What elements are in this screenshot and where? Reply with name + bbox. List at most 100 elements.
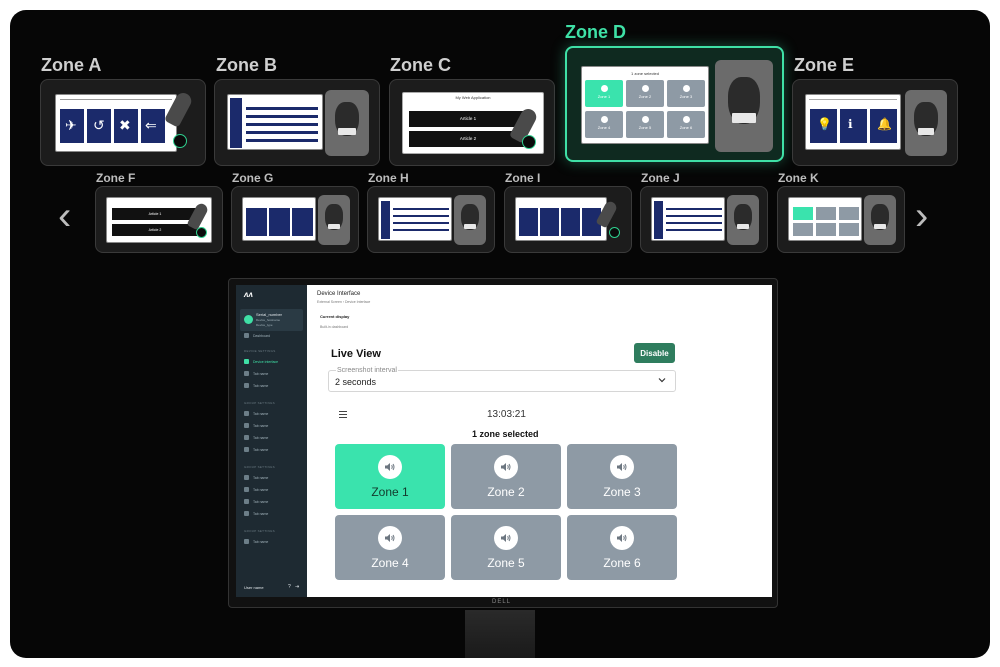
sidebar-item[interactable]: Tab name xyxy=(244,539,268,544)
sidebar-section: GROUP SETTINGS xyxy=(244,401,275,405)
screenshot-interval-label: Screenshot interval xyxy=(336,367,398,374)
logo-icon: ʌʌ xyxy=(244,290,253,299)
speaker-icon xyxy=(494,455,518,479)
sidebar-item[interactable]: Tab name xyxy=(244,487,268,492)
sidebar-item[interactable]: Tab name xyxy=(244,511,268,516)
zone-k-card[interactable] xyxy=(777,186,905,253)
sidebar-item[interactable]: Tab name xyxy=(244,447,268,452)
current-display-label: Current display xyxy=(320,314,350,319)
device-card[interactable]: Serial_number Device_hostname Device_typ… xyxy=(240,309,303,331)
zone-d-tile: Zone 5 xyxy=(626,111,664,138)
airplane-icon: ✈ xyxy=(65,117,77,133)
zone-i-card[interactable] xyxy=(504,186,632,253)
zone-j-screen xyxy=(651,197,725,241)
microphone-icon xyxy=(454,195,486,245)
zone-f-label: Zone F xyxy=(96,171,136,185)
info-icon: ℹ xyxy=(848,117,853,131)
zone-f-article-1: Article 1 xyxy=(112,208,198,220)
microphone-icon xyxy=(727,195,759,245)
monitor-brand: DELL xyxy=(492,599,512,605)
sidebar-item-dashboard[interactable]: Dashboard xyxy=(244,333,270,338)
sidebar-item[interactable]: Tab name xyxy=(244,423,268,428)
clock: 13:03:21 xyxy=(487,409,526,420)
zone-c-label: Zone C xyxy=(390,55,451,75)
zone-button-6[interactable]: Zone 6 xyxy=(567,515,677,580)
zone-a-card[interactable]: ✈ ↺ ✖ ⇐ xyxy=(40,79,206,166)
breadcrumb[interactable]: External Screen › Device Interface xyxy=(317,300,370,304)
zone-k-label: Zone K xyxy=(778,171,819,185)
zone-button-4[interactable]: Zone 4 xyxy=(335,515,445,580)
zone-j-card[interactable] xyxy=(640,186,768,253)
list-icon xyxy=(244,423,249,428)
zone-button-1[interactable]: Zone 1 xyxy=(335,444,445,509)
clock-icon xyxy=(244,499,249,504)
bell-icon: 🔔 xyxy=(877,117,892,131)
zone-f-card[interactable]: Article 1 Article 2 xyxy=(95,186,223,253)
zone-j-label: Zone J xyxy=(641,171,680,185)
speaker-icon xyxy=(610,455,634,479)
zone-i-label: Zone I xyxy=(505,171,541,185)
monitor-stand xyxy=(465,610,535,658)
disable-button[interactable]: Disable xyxy=(634,343,675,363)
sidebar-item[interactable]: Tab name xyxy=(244,475,268,480)
sidebar: ʌʌ Serial_number Device_hostname Device_… xyxy=(236,285,307,597)
speaker-icon xyxy=(610,526,634,550)
sidebar-section: GROUP SETTINGS xyxy=(244,529,275,533)
zone-d-tile: Zone 2 xyxy=(626,80,664,107)
microphone-icon xyxy=(905,90,947,156)
sidebar-item[interactable]: Tab name xyxy=(244,411,268,416)
sidebar-item[interactable]: Tab name xyxy=(244,435,268,440)
microphone-icon xyxy=(325,90,369,156)
zone-e-card[interactable]: 💡 ℹ 🔔 xyxy=(792,79,958,166)
device-type: Device_type xyxy=(256,323,273,327)
live-view-title: Live View xyxy=(331,348,381,360)
knob-icon xyxy=(196,227,207,238)
menu-icon[interactable] xyxy=(339,411,347,418)
zone-a-screen: ✈ ↺ ✖ ⇐ xyxy=(55,94,177,152)
zone-button-5[interactable]: Zone 5 xyxy=(451,515,561,580)
list-icon xyxy=(244,447,249,452)
current-display-value: Built-in dashboard xyxy=(320,325,349,329)
shield-icon xyxy=(244,487,249,492)
zone-a-label: Zone A xyxy=(41,55,102,75)
zone-b-card[interactable] xyxy=(214,79,380,166)
help-icon[interactable]: ? xyxy=(288,584,291,590)
zone-h-label: Zone H xyxy=(368,171,409,185)
zone-d-label: Zone D xyxy=(565,22,626,42)
sidebar-item-device-interface[interactable]: Device interface xyxy=(244,359,278,364)
sidebar-item[interactable]: Tab name xyxy=(244,499,268,504)
microphone-icon xyxy=(318,195,350,245)
zone-button-2[interactable]: Zone 2 xyxy=(451,444,561,509)
sidebar-section: DEVICE SETTINGS xyxy=(244,349,276,353)
chevron-right-icon[interactable]: › xyxy=(915,196,928,236)
zone-g-screen xyxy=(242,197,316,241)
speaker-icon xyxy=(378,526,402,550)
zone-k-screen xyxy=(788,197,862,241)
arrow-left-icon: ⇐ xyxy=(145,117,157,133)
page-title: Device Interface xyxy=(317,291,361,297)
zone-button-3[interactable]: Zone 3 xyxy=(567,444,677,509)
sidebar-item[interactable]: Tab name xyxy=(244,371,268,376)
zone-c-header: My Web Application xyxy=(455,95,491,100)
serial-number: Serial_number xyxy=(256,312,283,317)
chevron-left-icon[interactable]: ‹ xyxy=(58,196,71,236)
zone-f-article-2: Article 2 xyxy=(112,224,198,236)
chevron-down-icon[interactable] xyxy=(657,375,667,385)
zone-d-card[interactable]: 1 zone selected Zone 1 Zone 2 Zone 3 Zone 4… xyxy=(565,46,784,162)
zone-e-screen: 💡 ℹ 🔔 xyxy=(805,94,901,150)
list-icon xyxy=(244,435,249,440)
knob-icon xyxy=(609,227,620,238)
zone-g-card[interactable] xyxy=(231,186,359,253)
knob-icon xyxy=(173,134,187,148)
device-hostname: Device_hostname xyxy=(256,318,281,322)
zone-d-tile: Zone 6 xyxy=(667,111,705,138)
wrench-icon xyxy=(244,511,249,516)
zone-c-card[interactable]: My Web Application Article 1 Article 2 xyxy=(389,79,555,166)
microphone-icon xyxy=(715,60,773,152)
network-icon xyxy=(244,371,249,376)
logout-icon[interactable]: ⇥ xyxy=(295,584,299,590)
zone-h-card[interactable] xyxy=(367,186,495,253)
sidebar-item[interactable]: Tab name xyxy=(244,383,268,388)
list-icon xyxy=(244,411,249,416)
speaker-icon xyxy=(378,455,402,479)
